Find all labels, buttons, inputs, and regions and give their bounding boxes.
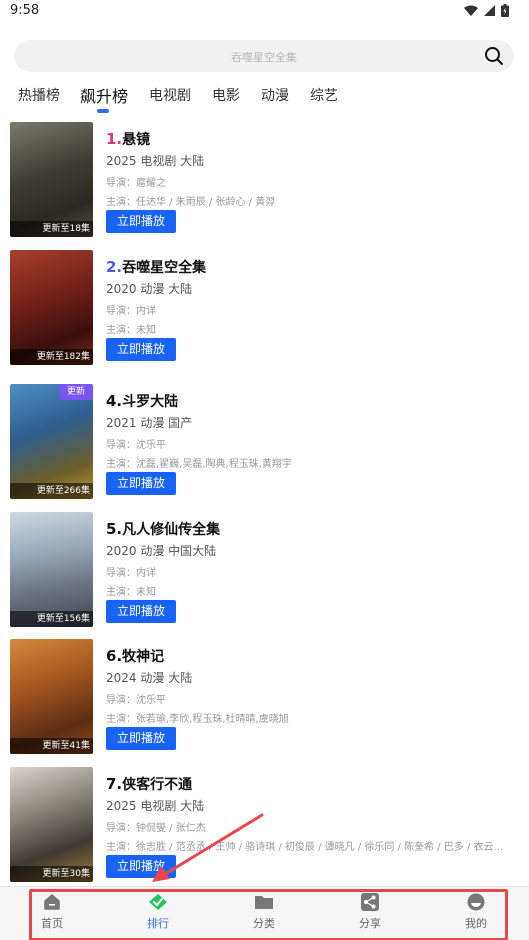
play-now-button[interactable]: 立即播放 (106, 210, 176, 233)
update-label: 更新至156集 (10, 611, 93, 627)
app-screen: 9:58 吞噬星空全集 热播榜 飙升榜 电视剧 电影 动漫 综艺 更新至18集 … (0, 0, 529, 940)
item-cast: 主演：任达华 / 朱雨辰 / 张龄心 / 黄羿 (106, 197, 276, 208)
rank-number: 2. (106, 258, 123, 276)
item-meta: 2020 动漫 中国大陆 (106, 544, 217, 558)
signal-icon (484, 5, 495, 16)
item-title[interactable]: 4.斗罗大陆 (106, 391, 178, 411)
list-item[interactable]: 更新至18集 1.悬镜 2025 电视剧 大陆 导演：扈耀之 主演：任达华 / … (10, 122, 520, 240)
item-meta: 2025 电视剧 大陆 (106, 799, 205, 813)
list-item[interactable]: 更新至30集 7.侠客行不通 2025 电视剧 大陆 导演：钟侃燮 / 张仁杰 … (10, 767, 520, 885)
list-item[interactable]: 更新 更新至266集 4.斗罗大陆 2021 动漫 国产 导演：沈乐平 主演：沈… (10, 384, 520, 502)
play-now-button[interactable]: 立即播放 (106, 472, 176, 495)
item-title[interactable]: 5.凡人修仙传全集 (106, 519, 220, 539)
rank-number: 7. (106, 775, 123, 793)
poster-image[interactable]: 更新至30集 (10, 767, 93, 882)
item-name: 悬镜 (122, 132, 151, 148)
search-bar[interactable]: 吞噬星空全集 (14, 40, 514, 72)
nav-home[interactable]: 首页 (22, 893, 82, 931)
search-icon[interactable] (484, 46, 504, 66)
update-label: 更新至41集 (10, 738, 93, 754)
item-cast: 主演：沈磊,翟巍,吴磊,陶典,程玉珠,黄翔宇 (106, 459, 292, 470)
poster-image[interactable]: 更新 更新至266集 (10, 384, 93, 499)
nav-category-label: 分类 (253, 917, 275, 930)
poster-image[interactable]: 更新至156集 (10, 512, 93, 627)
nav-share-label: 分享 (359, 917, 381, 930)
bottom-nav: 首页 排行 分类 分享 我的 (0, 886, 529, 940)
item-director: 导演：沈乐平 (106, 695, 166, 706)
active-tab-indicator (97, 109, 109, 113)
item-title[interactable]: 2.吞噬星空全集 (106, 257, 206, 277)
update-label: 更新至18集 (10, 221, 93, 237)
home-icon (44, 894, 60, 910)
item-director: 导演：沈乐平 (106, 440, 166, 451)
item-director: 导演：钟侃燮 / 张仁杰 (106, 823, 206, 834)
status-icons (464, 4, 509, 17)
list-item[interactable]: 更新至41集 6.牧神记 2024 动漫 大陆 导演：沈乐平 主演：张若瑜,李欣… (10, 639, 520, 757)
item-meta: 2024 动漫 大陆 (106, 671, 193, 685)
profile-icon (467, 893, 485, 911)
ranking-icon (149, 894, 167, 910)
tab-variety[interactable]: 综艺 (310, 85, 338, 105)
tab-anime[interactable]: 动漫 (261, 85, 289, 105)
tab-hot[interactable]: 热播榜 (18, 85, 60, 105)
rank-number: 5. (106, 520, 123, 538)
tab-movie[interactable]: 电影 (212, 85, 240, 105)
nav-mine-label: 我的 (465, 917, 487, 930)
battery-icon (501, 4, 509, 17)
item-title[interactable]: 7.侠客行不通 (106, 774, 192, 794)
tab-rising[interactable]: 飙升榜 (80, 83, 128, 107)
item-meta: 2025 电视剧 大陆 (106, 154, 205, 168)
item-director: 导演：内详 (106, 306, 156, 317)
item-cast: 主演：徐志胜 / 范丞丞 / 王帅 / 骆诗琪 / 初俊辰 / 谭晓凡 / 徐乐… (106, 842, 504, 853)
share-icon (361, 893, 379, 911)
rank-number: 1. (106, 130, 123, 148)
wifi-icon (464, 5, 478, 16)
update-label: 更新至266集 (10, 483, 93, 499)
list-item[interactable]: 更新至156集 5.凡人修仙传全集 2020 动漫 中国大陆 导演：内详 主演：… (10, 512, 520, 630)
nav-mine[interactable]: 我的 (446, 893, 506, 931)
tab-tv[interactable]: 电视剧 (149, 85, 191, 105)
item-director: 导演：扈耀之 (106, 178, 166, 189)
item-name: 斗罗大陆 (122, 394, 179, 410)
poster-image[interactable]: 更新至182集 (10, 250, 93, 365)
item-title[interactable]: 1.悬镜 (106, 129, 150, 149)
status-bar: 9:58 (0, 0, 529, 24)
item-cast: 主演：未知 (106, 587, 156, 598)
play-now-button[interactable]: 立即播放 (106, 727, 176, 750)
rank-number: 4. (106, 392, 123, 410)
play-now-button[interactable]: 立即播放 (106, 338, 176, 361)
poster-image[interactable]: 更新至18集 (10, 122, 93, 237)
item-meta: 2020 动漫 大陆 (106, 282, 193, 296)
update-badge: 更新 (59, 384, 93, 400)
update-label: 更新至30集 (10, 866, 93, 882)
rank-number: 6. (106, 647, 123, 665)
item-director: 导演：内详 (106, 568, 156, 579)
category-tabs: 热播榜 飙升榜 电视剧 电影 动漫 综艺 (0, 80, 529, 116)
nav-share[interactable]: 分享 (340, 893, 400, 931)
item-name: 吞噬星空全集 (122, 260, 207, 276)
folder-icon (255, 896, 273, 909)
update-label: 更新至182集 (10, 349, 93, 365)
nav-home-label: 首页 (41, 917, 63, 930)
item-meta: 2021 动漫 国产 (106, 416, 193, 430)
nav-ranking[interactable]: 排行 (128, 893, 188, 931)
item-name: 牧神记 (122, 649, 165, 665)
nav-ranking-label: 排行 (147, 917, 169, 930)
item-title[interactable]: 6.牧神记 (106, 646, 164, 666)
item-cast: 主演：张若瑜,李欣,程玉珠,杜晴晴,虞晓旭 (106, 714, 289, 725)
list-item[interactable]: 更新至182集 2.吞噬星空全集 2020 动漫 大陆 导演：内详 主演：未知 … (10, 250, 520, 368)
status-time: 9:58 (10, 3, 40, 18)
poster-image[interactable]: 更新至41集 (10, 639, 93, 754)
item-name: 凡人修仙传全集 (122, 522, 221, 538)
play-now-button[interactable]: 立即播放 (106, 855, 176, 878)
item-cast: 主演：未知 (106, 325, 156, 336)
search-placeholder: 吞噬星空全集 (231, 51, 297, 64)
play-now-button[interactable]: 立即播放 (106, 600, 176, 623)
nav-category[interactable]: 分类 (234, 893, 294, 931)
item-name: 侠客行不通 (122, 777, 193, 793)
